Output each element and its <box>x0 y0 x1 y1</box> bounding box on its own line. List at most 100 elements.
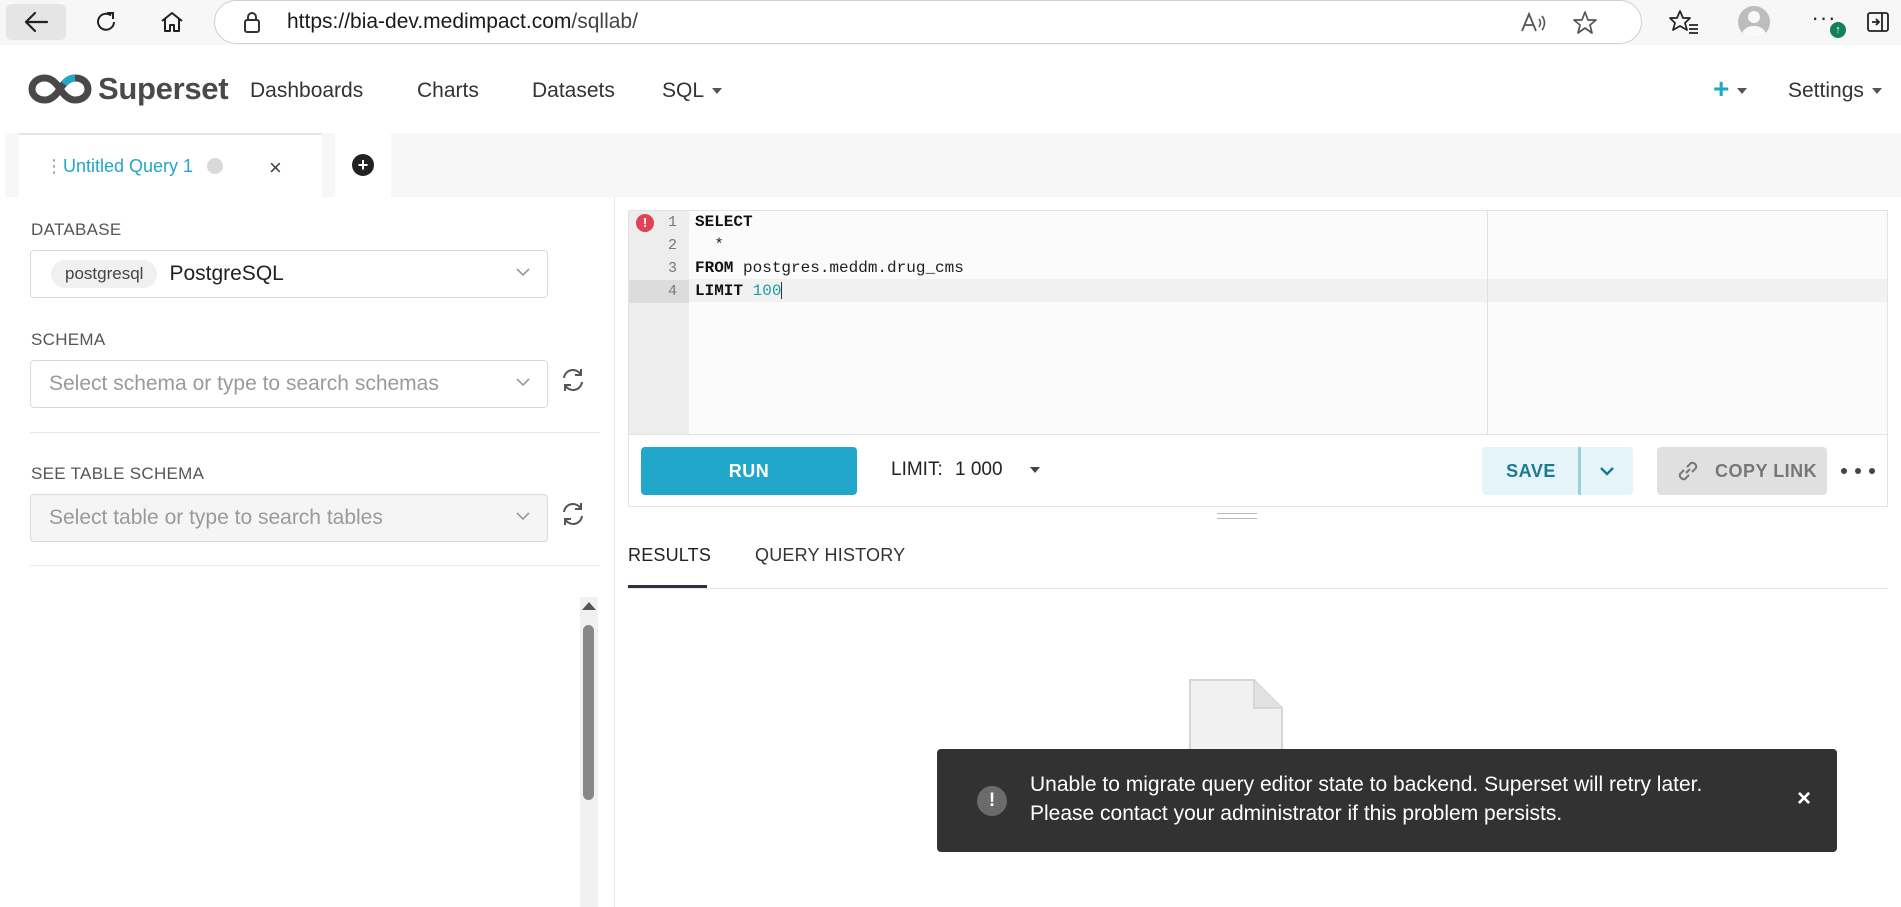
favorite-star-button[interactable] <box>1569 8 1601 38</box>
dot <box>1841 468 1847 474</box>
toast-line: Unable to migrate query editor state to … <box>1030 773 1703 796</box>
sql-editor[interactable]: ! 1 2 3 4 SELECT * FROM postgres.meddm.d… <box>628 210 1888 435</box>
database-label: DATABASE <box>31 220 122 239</box>
brand-wordmark: Superset <box>98 71 229 106</box>
limit-value[interactable]: 1 000 <box>955 459 1003 481</box>
table-placeholder: Select table or type to search tables <box>49 506 383 529</box>
superset-navbar: Superset Dashboards Charts Datasets SQL … <box>0 45 1901 133</box>
query-status-indicator <box>207 158 224 174</box>
line-number: 2 <box>667 237 677 254</box>
tab-results[interactable]: RESULTS <box>628 545 711 566</box>
read-aloud-button[interactable] <box>1518 8 1550 38</box>
sidebar-toggle-button[interactable] <box>1858 4 1898 40</box>
address-bar[interactable]: https://bia-dev.medimpact.com/sqllab/ <box>214 0 1642 44</box>
profile-avatar[interactable] <box>1738 6 1770 38</box>
dot <box>1869 468 1875 474</box>
settings-menu[interactable]: Settings <box>1788 79 1882 103</box>
warning-icon: ! <box>977 786 1007 816</box>
results-tabs: RESULTS QUERY HISTORY <box>628 527 1888 589</box>
refresh-tables-button[interactable] <box>556 497 590 531</box>
editor-toolbar: RUN LIMIT: 1 000 SAVE COPY LINK <box>628 435 1888 507</box>
query-tab-title: Untitled Query 1 <box>63 155 194 176</box>
line-number-gutter: ! 1 2 3 4 <box>629 211 689 434</box>
table-select[interactable]: Select table or type to search tables <box>30 494 548 542</box>
empty-document-icon <box>1189 679 1283 758</box>
nav-dashboards[interactable]: Dashboards <box>250 79 363 103</box>
database-name: PostgreSQL <box>169 262 284 285</box>
star-icon <box>1573 11 1597 34</box>
refresh-icon <box>563 503 583 525</box>
toast-message: Unable to migrate query editor state to … <box>1030 770 1702 828</box>
divider <box>30 432 600 433</box>
active-line-highlight <box>689 279 1887 302</box>
url-text: https://bia-dev.medimpact.com/sqllab/ <box>287 10 638 34</box>
toast-line: Please contact your administrator if thi… <box>1030 802 1563 825</box>
chevron-down-icon <box>1600 467 1614 476</box>
query-tab-bar: ⋮ Untitled Query 1 × + <box>5 133 1901 197</box>
browser-menu-button[interactable]: ··· ↑ <box>1794 4 1854 40</box>
browser-back-button[interactable] <box>6 4 66 40</box>
error-toast: ! Unable to migrate query editor state t… <box>937 749 1837 852</box>
sql-text: * <box>695 236 724 254</box>
sql-text: postgres.meddm.drug_cms <box>733 259 964 277</box>
database-select[interactable]: postgresql PostgreSQL <box>30 250 548 298</box>
home-icon <box>161 12 183 32</box>
copy-link-label: COPY LINK <box>1715 460 1818 481</box>
caret-down-icon <box>712 88 723 95</box>
copy-link-button[interactable]: COPY LINK <box>1657 447 1827 495</box>
left-panel: DATABASE postgresql PostgreSQL SCHEMA Se… <box>0 197 615 907</box>
panel-splitter[interactable] <box>614 197 615 907</box>
close-toast-icon[interactable]: × <box>1797 785 1811 813</box>
add-tab-button[interactable]: + <box>335 133 391 197</box>
line-number: 1 <box>667 214 677 231</box>
scroll-up-arrow-icon[interactable] <box>582 602 596 610</box>
nav-datasets[interactable]: Datasets <box>532 79 615 103</box>
code-line: FROM postgres.meddm.drug_cms <box>695 257 964 280</box>
chevron-down-icon <box>516 378 530 387</box>
run-button[interactable]: RUN <box>641 447 857 495</box>
superset-logo[interactable]: Superset <box>28 71 229 107</box>
schema-select[interactable]: Select schema or type to search schemas <box>30 360 548 408</box>
refresh-schemas-button[interactable] <box>556 363 590 397</box>
nav-charts[interactable]: Charts <box>417 79 479 103</box>
query-tab[interactable]: ⋮ Untitled Query 1 × <box>19 133 322 197</box>
more-options-button[interactable] <box>1841 459 1875 483</box>
save-button[interactable]: SAVE <box>1482 447 1580 495</box>
link-icon <box>1678 461 1698 481</box>
code-line: * <box>695 234 724 257</box>
active-tab-indicator <box>628 585 707 588</box>
resize-handle[interactable] <box>1217 511 1257 521</box>
sql-number: 100 <box>752 282 782 300</box>
favorites-button[interactable] <box>1654 4 1714 40</box>
tab-query-history[interactable]: QUERY HISTORY <box>755 545 905 566</box>
sql-keyword: FROM <box>695 259 734 277</box>
caret-down-icon <box>1871 88 1882 95</box>
settings-label: Settings <box>1788 79 1864 102</box>
nav-sql-label: SQL <box>662 79 705 102</box>
new-item-button[interactable]: + <box>1713 73 1748 105</box>
drag-handle-icon: ⋮ <box>45 156 63 176</box>
schema-placeholder: Select schema or type to search schemas <box>49 372 439 395</box>
dot <box>1855 468 1861 474</box>
close-tab-icon[interactable]: × <box>269 155 282 181</box>
favorites-list-icon <box>1669 10 1698 34</box>
caret-down-icon <box>1737 87 1748 94</box>
schema-label: SCHEMA <box>31 330 106 349</box>
save-dropdown-button[interactable] <box>1581 447 1633 495</box>
code-line: SELECT <box>695 211 753 234</box>
lock-icon <box>241 10 265 34</box>
browser-home-button[interactable] <box>142 4 202 40</box>
reload-icon <box>97 12 115 31</box>
code-line: LIMIT 100 <box>695 280 783 303</box>
limit-dropdown-caret-icon[interactable] <box>1030 467 1040 473</box>
line-number: 4 <box>629 280 689 303</box>
scrollbar-thumb[interactable] <box>583 625 594 800</box>
read-aloud-icon <box>1521 11 1546 32</box>
plus-circle-icon: + <box>352 154 374 176</box>
browser-reload-button[interactable] <box>76 4 136 40</box>
refresh-icon <box>563 369 583 391</box>
url-path: /sqllab/ <box>571 10 638 33</box>
print-margin <box>1487 211 1488 434</box>
nav-sql[interactable]: SQL <box>662 79 723 103</box>
text-cursor <box>781 282 783 300</box>
